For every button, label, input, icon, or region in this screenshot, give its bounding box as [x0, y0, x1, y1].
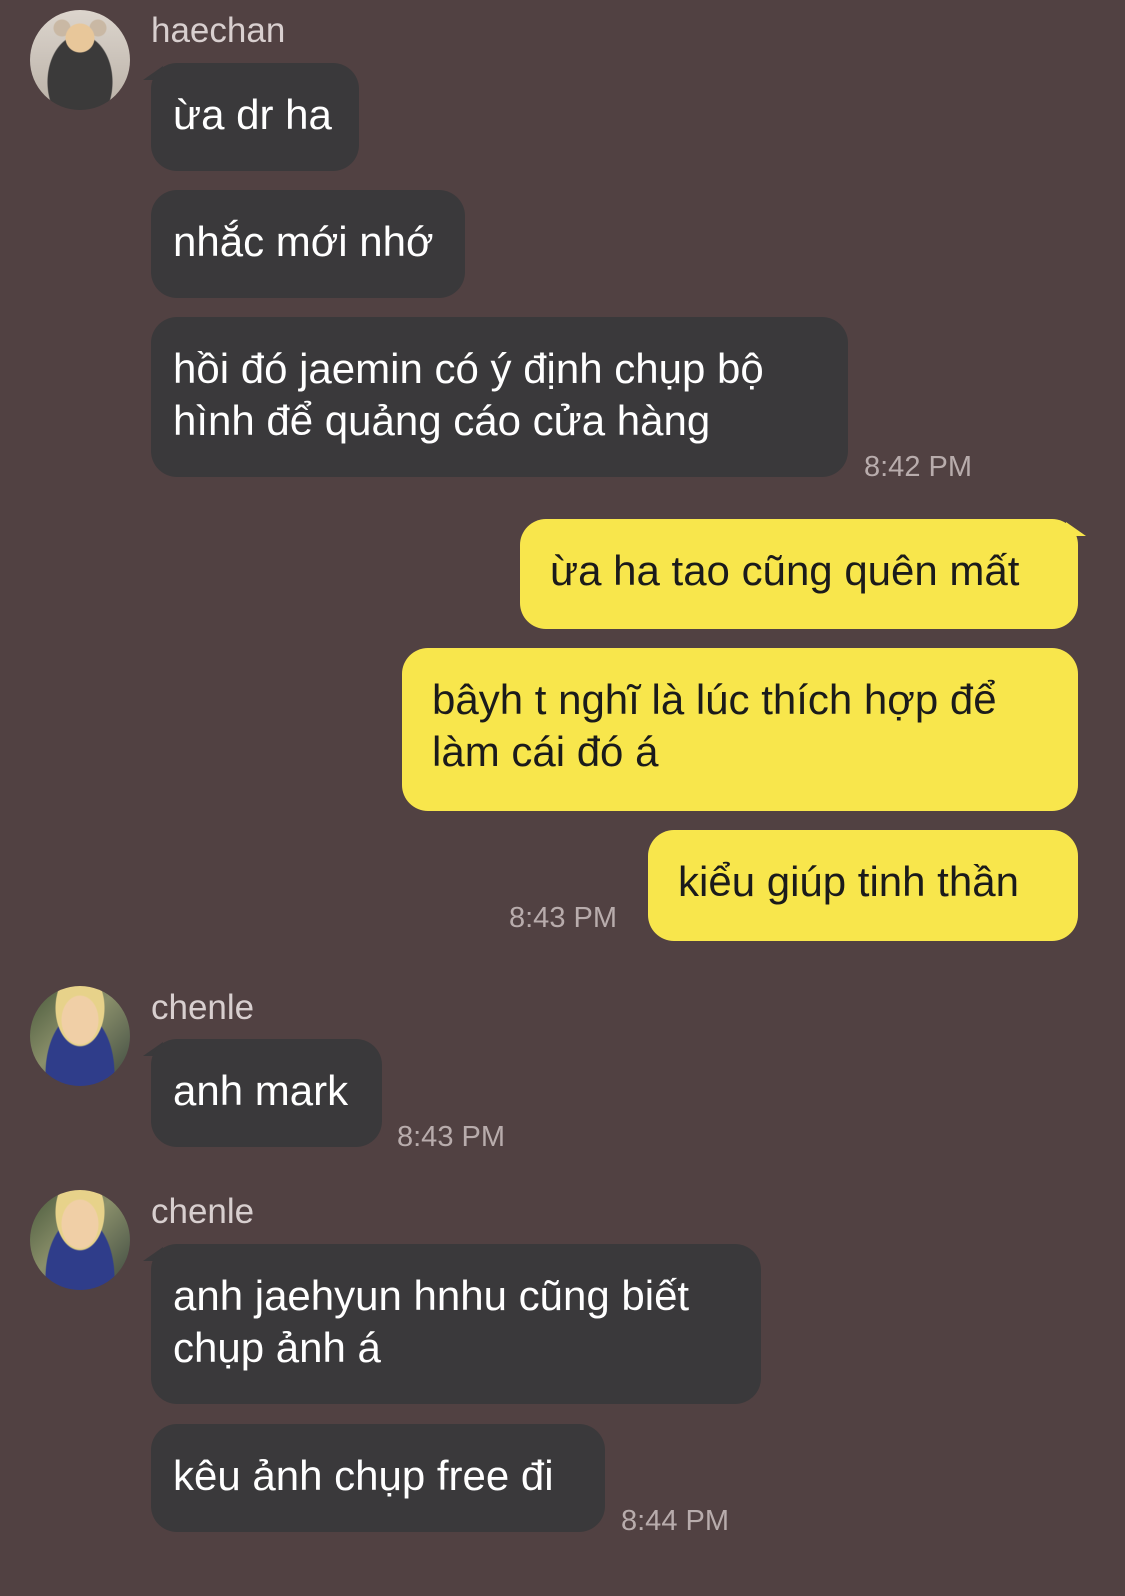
- message-bubble[interactable]: nhắc mới nhớ: [151, 190, 465, 298]
- message-text-line: hình để quảng cáo cửa hàng: [173, 397, 711, 444]
- message-bubble[interactable]: kêu ảnh chụp free đi: [151, 1424, 605, 1532]
- message-bubble[interactable]: ừa dr ha: [151, 63, 359, 171]
- message-text: ừa ha tao cũng quên mất: [550, 547, 1020, 594]
- sender-name: haechan: [151, 11, 286, 50]
- message-text: ừa dr ha: [173, 91, 332, 138]
- message-text-line: chụp ảnh á: [173, 1324, 381, 1371]
- message-text-line: làm cái đó á: [432, 728, 659, 775]
- message-bubble[interactable]: ừa ha tao cũng quên mất: [520, 519, 1078, 629]
- message-text: kêu ảnh chụp free đi: [173, 1452, 554, 1499]
- message-bubble[interactable]: kiểu giúp tinh thần: [648, 830, 1078, 941]
- timestamp: 8:44 PM: [621, 1505, 729, 1537]
- message-text: kiểu giúp tinh thần: [678, 858, 1019, 905]
- message-bubble[interactable]: hồi đó jaemin có ý định chụp bộ hình để …: [151, 317, 848, 477]
- message-text: nhắc mới nhớ: [173, 218, 434, 265]
- message-text-line: bâyh t nghĩ là lúc thích hợp để: [432, 676, 997, 723]
- timestamp: 8:43 PM: [509, 902, 617, 934]
- message-bubble[interactable]: bâyh t nghĩ là lúc thích hợp để làm cái …: [402, 648, 1078, 811]
- sender-name: chenle: [151, 1192, 255, 1231]
- message-text-line: hồi đó jaemin có ý định chụp bộ: [173, 345, 764, 392]
- timestamp: 8:42 PM: [864, 451, 972, 483]
- message-bubble[interactable]: anh mark: [151, 1039, 382, 1147]
- timestamp: 8:43 PM: [397, 1121, 505, 1153]
- avatar[interactable]: [30, 1190, 130, 1290]
- message-bubble[interactable]: anh jaehyun hnhu cũng biết chụp ảnh á: [151, 1244, 761, 1404]
- avatar[interactable]: [30, 10, 130, 110]
- chat-transcript: haechan ừa dr ha nhắc mới nhớ hồi đó jae…: [0, 0, 1125, 1596]
- message-text-line: anh jaehyun hnhu cũng biết: [173, 1272, 690, 1319]
- sender-name: chenle: [151, 988, 255, 1027]
- avatar[interactable]: [30, 986, 130, 1086]
- message-text: anh mark: [173, 1067, 349, 1114]
